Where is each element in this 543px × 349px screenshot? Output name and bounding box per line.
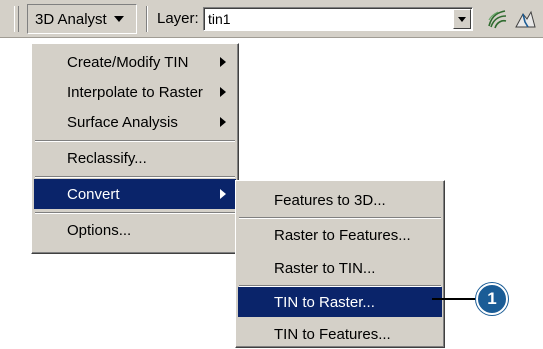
submenu-arrow-icon <box>220 189 226 199</box>
submenu-arrow-icon <box>220 117 226 127</box>
menu-item-convert[interactable]: Convert <box>34 179 236 209</box>
menu-item-raster-to-features[interactable]: Raster to Features... <box>238 220 442 250</box>
menu-item-label: Surface Analysis <box>67 113 178 131</box>
3d-analyst-label: 3D Analyst <box>35 10 107 28</box>
menu-item-label: Create/Modify TIN <box>67 53 189 71</box>
toolbar-separator <box>146 6 148 32</box>
menu-item-label: Reclassify... <box>67 149 147 167</box>
menu-item-label: Features to 3D... <box>274 191 386 209</box>
menu-item-interpolate-to-raster[interactable]: Interpolate to Raster <box>34 77 236 107</box>
menu-item-label: TIN to Raster... <box>274 293 375 311</box>
submenu-arrow-icon <box>220 87 226 97</box>
callout-badge: 1 <box>476 283 508 315</box>
menu-item-surface-analysis[interactable]: Surface Analysis <box>34 107 236 137</box>
steepest-path-icon[interactable] <box>514 8 536 30</box>
tin-contour-icon[interactable] <box>486 8 508 30</box>
callout-leader-line <box>432 298 482 300</box>
convert-submenu: Features to 3D... Raster to Features... … <box>235 180 445 348</box>
layer-label: Layer: <box>157 10 199 27</box>
menu-item-features-to-3d[interactable]: Features to 3D... <box>238 185 442 215</box>
3d-analyst-menu: Create/Modify TIN Interpolate to Raster … <box>31 43 239 254</box>
menu-item-tin-to-raster[interactable]: TIN to Raster... <box>238 287 442 317</box>
dropdown-arrow-icon <box>113 16 124 22</box>
menu-item-label: Interpolate to Raster <box>67 83 203 101</box>
menu-item-label: Raster to TIN... <box>274 259 376 277</box>
menu-item-raster-to-tin[interactable]: Raster to TIN... <box>238 253 442 283</box>
submenu-arrow-icon <box>220 57 226 67</box>
menu-item-reclassify[interactable]: Reclassify... <box>34 143 236 173</box>
menu-item-label: Raster to Features... <box>274 226 411 244</box>
menu-item-label: Options... <box>67 221 132 239</box>
menu-item-label: Convert <box>67 185 120 203</box>
menu-item-options[interactable]: Options... <box>34 215 236 245</box>
3d-analyst-menu-button[interactable]: 3D Analyst <box>27 4 137 34</box>
callout-number: 1 <box>487 289 497 308</box>
menu-separator <box>35 212 235 214</box>
toolbar-3d-analyst: 3D Analyst Layer: tin1 <box>0 0 543 38</box>
toolbar-grip[interactable] <box>14 6 19 32</box>
menu-separator <box>239 217 441 219</box>
menu-item-create-modify-tin[interactable]: Create/Modify TIN <box>34 47 236 77</box>
menu-item-label: TIN to Features... <box>274 325 391 343</box>
layer-select-value: tin1 <box>208 11 231 27</box>
menu-item-tin-to-features[interactable]: TIN to Features... <box>238 319 442 349</box>
layer-dropdown-button[interactable] <box>453 9 471 29</box>
menu-separator <box>35 140 235 142</box>
menu-separator <box>35 176 235 178</box>
layer-select[interactable]: tin1 <box>203 7 473 31</box>
